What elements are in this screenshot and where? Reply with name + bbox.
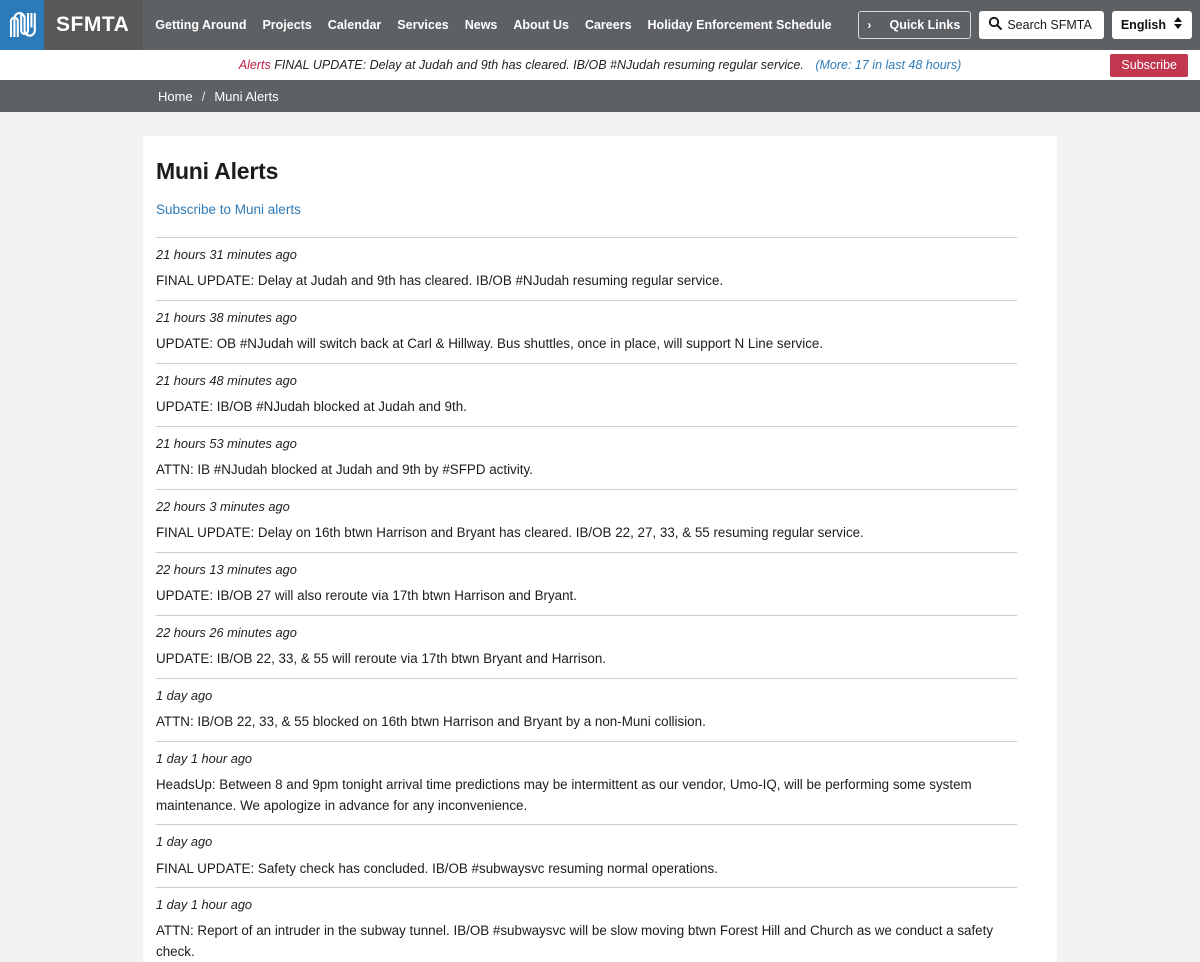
chevron-updown-icon bbox=[1173, 16, 1183, 35]
alert-message: FINAL UPDATE: Delay on 16th btwn Harriso… bbox=[156, 525, 864, 540]
more-alerts-link[interactable]: (More: 17 in last 48 hours) bbox=[815, 58, 961, 72]
alert-message: UPDATE: OB #NJudah will switch back at C… bbox=[156, 336, 824, 352]
list-item: 1 day 1 hour ago ATTN: Report of an intr… bbox=[156, 887, 1017, 962]
alert-message: ATTN: IB/OB 22, 33, & 55 blocked on 16th… bbox=[156, 713, 706, 729]
language-selector[interactable]: English bbox=[1111, 11, 1192, 39]
alert-message: ATTN: Report of an intruder in the subwa… bbox=[156, 923, 994, 960]
alert-timestamp: 22 hours 3 minutes ago bbox=[156, 498, 290, 514]
global-alert-content: Alerts FINAL UPDATE: Delay at Judah and … bbox=[0, 58, 1200, 72]
list-item: 22 hours 26 minutes ago UPDATE: IB/OB 22… bbox=[156, 614, 1017, 678]
nav-item-about-us[interactable]: About Us bbox=[513, 18, 569, 32]
nav-item-services[interactable]: Services bbox=[397, 18, 448, 32]
alert-timestamp: 1 day 1 hour ago bbox=[156, 897, 253, 913]
alert-timestamp: 21 hours 31 minutes ago bbox=[156, 247, 297, 262]
alert-message: UPDATE: IB/OB 27 will also reroute via 1… bbox=[156, 587, 577, 603]
list-item: 21 hours 53 minutes ago ATTN: IB #NJudah… bbox=[156, 425, 1017, 489]
list-item: 21 hours 38 minutes ago UPDATE: OB #NJud… bbox=[156, 299, 1017, 363]
main-navigation: Getting Around Projects Calendar Service… bbox=[143, 0, 858, 50]
list-item: 21 hours 31 minutes ago FINAL UPDATE: De… bbox=[156, 237, 1017, 300]
alert-timestamp: 22 hours 26 minutes ago bbox=[156, 624, 297, 640]
list-item: 22 hours 3 minutes ago FINAL UPDATE: Del… bbox=[156, 488, 1017, 552]
header-utilities: › Quick Links Search SFMTA English bbox=[858, 0, 1200, 50]
list-item: 1 day ago ATTN: IB/OB 22, 33, & 55 block… bbox=[156, 677, 1017, 741]
list-item: 21 hours 48 minutes ago UPDATE: IB/OB #N… bbox=[156, 362, 1017, 426]
list-item: 1 day 1 hour ago HeadsUp: Between 8 and … bbox=[156, 740, 1017, 825]
breadcrumb: Home / Muni Alerts bbox=[0, 80, 1200, 112]
page-body: Muni Alerts Subscribe to Muni alerts 21 … bbox=[0, 112, 1200, 962]
search-input[interactable]: Search SFMTA bbox=[979, 11, 1104, 39]
subscribe-to-muni-alerts-link[interactable]: Subscribe to Muni alerts bbox=[156, 202, 301, 217]
alert-message: HeadsUp: Between 8 and 9pm tonight arriv… bbox=[156, 776, 972, 813]
breadcrumb-current: Muni Alerts bbox=[214, 88, 279, 104]
search-icon bbox=[988, 16, 1003, 35]
alert-message: FINAL UPDATE: Safety check has concluded… bbox=[156, 860, 718, 876]
alert-message: UPDATE: IB/OB #NJudah blocked at Judah a… bbox=[156, 399, 467, 415]
brand-name: SFMTA bbox=[44, 0, 144, 50]
muni-worm-logo-icon[interactable] bbox=[0, 0, 44, 50]
breadcrumb-home[interactable]: Home bbox=[158, 89, 193, 104]
alert-message: FINAL UPDATE: Delay at Judah and 9th has… bbox=[156, 273, 724, 289]
language-value: English bbox=[1120, 18, 1166, 32]
global-alert-strip: Alerts FINAL UPDATE: Delay at Judah and … bbox=[0, 50, 1200, 80]
alert-timestamp: 21 hours 48 minutes ago bbox=[156, 372, 297, 388]
search-placeholder: Search SFMTA bbox=[1007, 18, 1092, 32]
chevron-right-icon: › bbox=[867, 18, 872, 32]
alert-timestamp: 1 day ago bbox=[156, 834, 213, 850]
alert-message: ATTN: IB #NJudah blocked at Judah and 9t… bbox=[156, 462, 533, 478]
nav-item-holiday-enforcement-schedule[interactable]: Holiday Enforcement Schedule bbox=[648, 18, 832, 32]
list-item: 1 day ago FINAL UPDATE: Safety check has… bbox=[156, 824, 1017, 887]
nav-item-news[interactable]: News bbox=[465, 18, 498, 32]
alert-timestamp: 21 hours 38 minutes ago bbox=[156, 309, 297, 325]
alert-message: UPDATE: IB/OB 22, 33, & 55 will reroute … bbox=[156, 650, 607, 666]
page-title: Muni Alerts bbox=[156, 158, 279, 184]
breadcrumb-separator: / bbox=[201, 88, 206, 104]
subscribe-button[interactable]: Subscribe bbox=[1110, 54, 1188, 77]
alert-timestamp: 1 day 1 hour ago bbox=[156, 750, 253, 766]
alerts-list: 21 hours 31 minutes ago FINAL UPDATE: De… bbox=[156, 237, 1017, 962]
content-card: Muni Alerts Subscribe to Muni alerts 21 … bbox=[143, 136, 1057, 962]
list-item: 22 hours 13 minutes ago UPDATE: IB/OB 27… bbox=[156, 551, 1017, 615]
brand[interactable]: SFMTA bbox=[0, 0, 144, 50]
nav-item-calendar[interactable]: Calendar bbox=[328, 18, 382, 32]
site-header: SFMTA Getting Around Projects Calendar S… bbox=[0, 0, 1200, 50]
quick-links-button[interactable]: › Quick Links bbox=[858, 11, 972, 39]
alert-timestamp: 22 hours 13 minutes ago bbox=[156, 561, 297, 577]
nav-item-projects[interactable]: Projects bbox=[262, 18, 311, 32]
alert-timestamp: 1 day ago bbox=[156, 687, 213, 703]
quick-links-label: Quick Links bbox=[889, 18, 961, 32]
nav-item-getting-around[interactable]: Getting Around bbox=[155, 18, 246, 32]
nav-item-careers[interactable]: Careers bbox=[585, 18, 632, 32]
alerts-label: Alerts bbox=[238, 58, 271, 72]
alert-timestamp: 21 hours 53 minutes ago bbox=[156, 435, 297, 451]
global-alert-text: FINAL UPDATE: Delay at Judah and 9th has… bbox=[274, 58, 804, 72]
